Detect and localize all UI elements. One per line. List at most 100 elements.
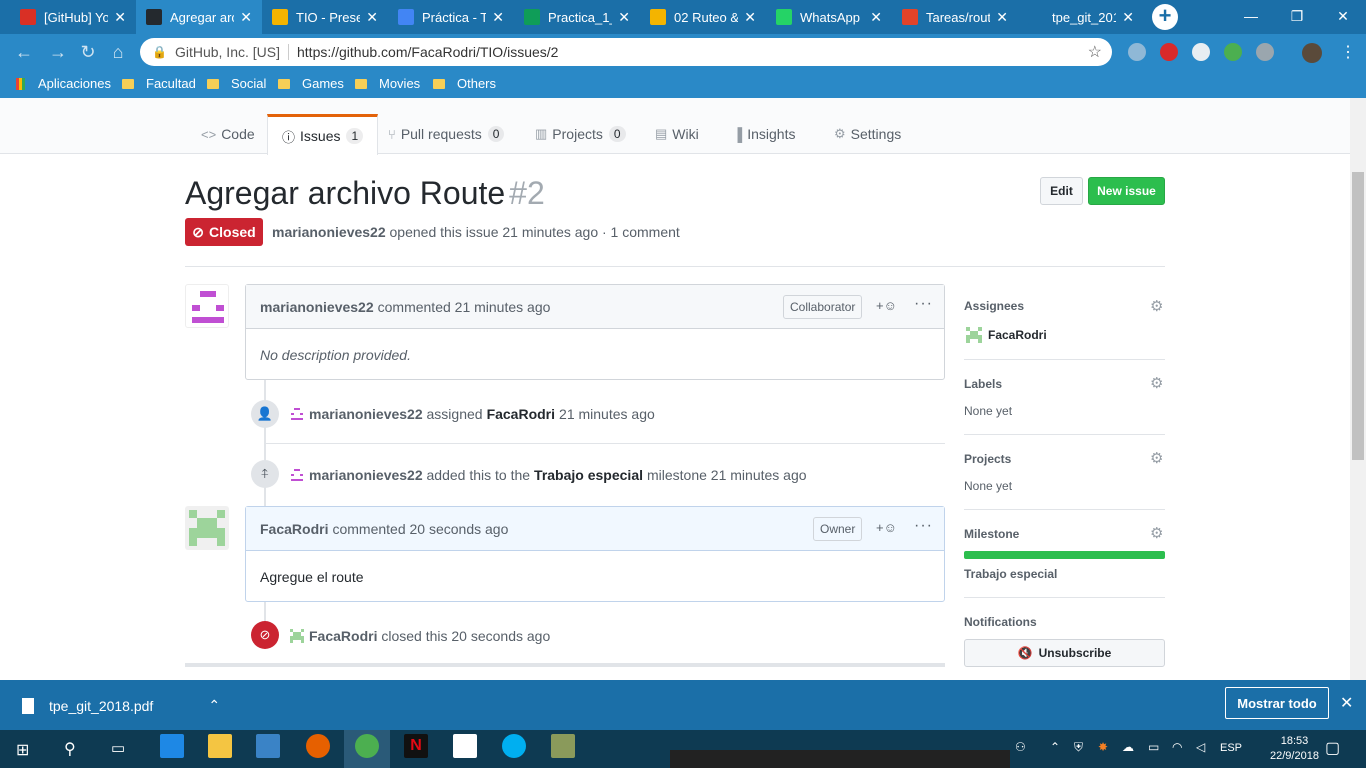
tab-insights[interactable]: ▐ Insights	[733, 114, 795, 154]
skype-icon[interactable]	[502, 734, 526, 758]
add-reaction-icon[interactable]: +☺	[876, 298, 897, 313]
back-button[interactable]: ←	[14, 43, 34, 63]
projects-label[interactable]: Projects	[964, 452, 1011, 466]
store-icon[interactable]	[256, 734, 280, 758]
browser-tab[interactable]: Tareas/rout ✕	[892, 0, 1018, 34]
chevron-up-icon[interactable]: ⌃	[208, 697, 220, 714]
notifications-icon[interactable]: ▢	[1325, 738, 1340, 758]
milestone-link[interactable]: Trabajo especial	[534, 467, 643, 483]
chevron-up-icon[interactable]: ⌃	[1050, 740, 1060, 754]
download-item[interactable]: tpe_git_2018.pdf ⌃	[22, 697, 220, 714]
tab-settings[interactable]: ⚙ Settings	[834, 114, 901, 154]
wifi-icon[interactable]: ◠	[1172, 740, 1182, 754]
explorer-icon[interactable]	[208, 734, 232, 758]
add-reaction-icon[interactable]: +☺	[876, 520, 897, 535]
event-actor[interactable]: marianonieves22	[309, 467, 423, 483]
people-icon[interactable]: ⚇	[1015, 740, 1026, 754]
language-indicator[interactable]: ESP	[1220, 742, 1242, 754]
bookmark-folder-social[interactable]: Social	[207, 76, 266, 91]
gear-icon[interactable]: ⚙	[1150, 297, 1163, 315]
comment-time[interactable]: commented 20 seconds ago	[332, 521, 508, 537]
browser-tab[interactable]: tpe_git_201 ✕	[1018, 0, 1144, 34]
close-tab-icon[interactable]: ✕	[744, 9, 756, 26]
bookmark-folder-others[interactable]: Others	[433, 76, 496, 91]
tab-pull-requests[interactable]: ⑂ Pull requests 0	[388, 114, 505, 154]
tab-projects[interactable]: ▥ Projects 0	[535, 114, 626, 154]
bookmark-folder-movies[interactable]: Movies	[355, 76, 420, 91]
more-options-icon[interactable]: ···	[914, 517, 933, 535]
event-target[interactable]: FacaRodri	[487, 406, 555, 422]
browser-tab[interactable]: Practica_1_ ✕	[514, 0, 640, 34]
minimize-button[interactable]: —	[1228, 0, 1274, 34]
labels-label[interactable]: Labels	[964, 377, 1002, 391]
close-tab-icon[interactable]: ✕	[1122, 9, 1134, 26]
task-view-icon[interactable]: ▭	[111, 739, 125, 757]
more-options-icon[interactable]: ···	[914, 295, 933, 313]
comment-author[interactable]: marianonieves22	[260, 299, 374, 315]
close-tab-icon[interactable]: ✕	[240, 9, 252, 26]
tab-wiki[interactable]: ▤ Wiki	[655, 114, 699, 154]
tab-code[interactable]: <> Code	[201, 114, 255, 154]
windows-start-icon[interactable]: ⊞	[16, 740, 29, 760]
event-actor[interactable]: marianonieves22	[309, 406, 423, 422]
close-tab-icon[interactable]: ✕	[618, 9, 630, 26]
show-all-button[interactable]: Mostrar todo	[1225, 687, 1329, 719]
close-tab-icon[interactable]: ✕	[996, 9, 1008, 26]
scrollbar-thumb[interactable]	[1352, 172, 1364, 460]
gear-icon[interactable]: ⚙	[1150, 524, 1163, 542]
assignees-label[interactable]: Assignees	[964, 299, 1024, 313]
browser-tab[interactable]: TIO - Prese ✕	[262, 0, 388, 34]
tab-issues[interactable]: ⓘ Issues 1	[267, 114, 379, 155]
edit-button[interactable]: Edit	[1040, 177, 1083, 205]
gear-icon[interactable]: ⚙	[1150, 449, 1163, 467]
assignee[interactable]: FacaRodri	[964, 325, 1047, 345]
browser-tab[interactable]: WhatsApp ✕	[766, 0, 892, 34]
close-window-button[interactable]: ✕	[1320, 0, 1366, 34]
bookmark-star-icon[interactable]: ☆	[1088, 42, 1102, 62]
close-downloads-icon[interactable]: ✕	[1340, 693, 1353, 713]
milestone-link[interactable]: Trabajo especial	[964, 567, 1057, 581]
restore-button[interactable]: ❐	[1274, 0, 1320, 34]
chrome-icon[interactable]	[355, 734, 379, 758]
milestone-label[interactable]: Milestone	[964, 527, 1019, 541]
cloud-icon[interactable]: ☁	[1122, 740, 1134, 754]
issue-author-link[interactable]: marianonieves22	[272, 224, 386, 240]
event-actor[interactable]: FacaRodri	[309, 628, 377, 644]
avatar[interactable]	[185, 506, 229, 550]
browser-tab[interactable]: Práctica - T ✕	[388, 0, 514, 34]
avatar[interactable]	[185, 284, 229, 328]
volume-icon[interactable]: ◁	[1196, 740, 1205, 754]
address-bar[interactable]: 🔒 GitHub, Inc. [US] https://github.com/F…	[140, 38, 1112, 66]
bookmark-folder-facultad[interactable]: Facultad	[122, 76, 196, 91]
profile-avatar[interactable]	[1302, 43, 1322, 63]
menu-icon[interactable]: ⋮	[1340, 42, 1356, 62]
close-tab-icon[interactable]: ✕	[492, 9, 504, 26]
edge-icon[interactable]	[160, 734, 184, 758]
ext-icon[interactable]	[1192, 43, 1210, 61]
comment-author[interactable]: FacaRodri	[260, 521, 328, 537]
netflix-icon[interactable]: N	[404, 734, 428, 758]
browser-tab[interactable]: 02 Ruteo & ✕	[640, 0, 766, 34]
browser-tab[interactable]: Agregar arc ✕	[136, 0, 262, 34]
close-tab-icon[interactable]: ✕	[366, 9, 378, 26]
new-issue-button[interactable]: New issue	[1088, 177, 1165, 205]
shield-icon[interactable]: ⛨	[1074, 740, 1083, 755]
firefox-icon[interactable]	[306, 734, 330, 758]
bookmark-folder-games[interactable]: Games	[278, 76, 344, 91]
home-button[interactable]: ⌂	[108, 43, 128, 63]
new-tab-button[interactable]: +	[1152, 4, 1178, 30]
reload-button[interactable]: ↻	[78, 43, 98, 63]
unsubscribe-button[interactable]: 🔇 Unsubscribe	[964, 639, 1165, 667]
clock[interactable]: 18:53 22/9/2018	[1270, 734, 1319, 764]
download-ext-icon[interactable]	[1128, 43, 1146, 61]
opera-ext-icon[interactable]	[1160, 43, 1178, 61]
gear-icon[interactable]: ⚙	[1150, 374, 1163, 392]
mail-icon[interactable]	[453, 734, 477, 758]
ext-icon-3[interactable]	[1256, 43, 1274, 61]
app-icon[interactable]	[551, 734, 575, 758]
browser-tab[interactable]: [GitHub] Yo ✕	[10, 0, 136, 34]
ext-icon-2[interactable]	[1224, 43, 1242, 61]
close-tab-icon[interactable]: ✕	[114, 9, 126, 26]
forward-button[interactable]: →	[48, 43, 68, 63]
search-icon[interactable]: ⚲	[64, 739, 76, 759]
